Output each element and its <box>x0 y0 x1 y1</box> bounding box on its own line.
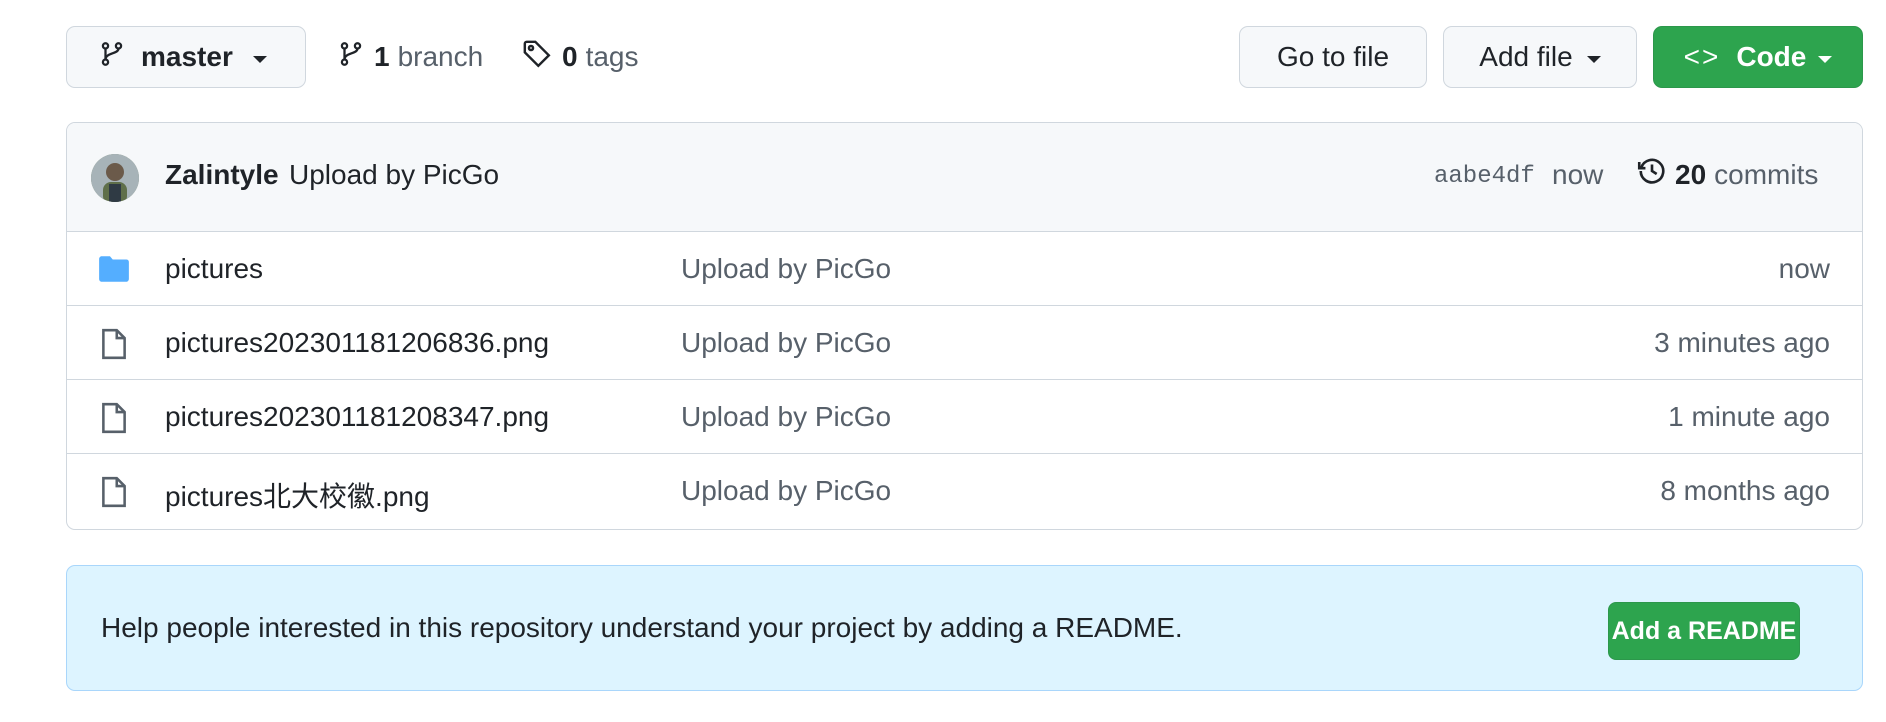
folder-icon <box>97 252 131 291</box>
file-commit-message[interactable]: Upload by PicGo <box>681 401 891 433</box>
git-branch-icon <box>338 39 364 76</box>
chevron-down-icon <box>1818 55 1833 63</box>
commit-author[interactable]: Zalintyle <box>165 159 279 191</box>
file-browser: Zalintyle Upload by PicGo aabe4df now 20… <box>66 122 1863 530</box>
code-label: Code <box>1736 41 1807 72</box>
file-age: now <box>1778 253 1830 284</box>
readme-prompt-banner: Help people interested in this repositor… <box>66 565 1863 691</box>
file-row[interactable]: pictures202301181208347.png Upload by Pi… <box>67 380 1862 454</box>
commit-history-link[interactable]: 20 commits <box>1637 156 1818 193</box>
latest-commit-bar: Zalintyle Upload by PicGo aabe4df now 20… <box>67 123 1862 232</box>
branch-select-button[interactable]: master <box>66 26 306 88</box>
file-row[interactable]: pictures北大校徽.png Upload by PicGo 8 month… <box>67 454 1862 528</box>
avatar[interactable] <box>91 154 139 202</box>
code-icon: <> <box>1683 41 1721 72</box>
chevron-down-icon <box>252 55 267 63</box>
file-age: 8 months ago <box>1660 475 1830 506</box>
file-age: 1 minute ago <box>1668 401 1830 432</box>
file-row[interactable]: pictures Upload by PicGo now <box>67 232 1862 306</box>
file-age: 3 minutes ago <box>1654 327 1830 358</box>
repo-toolbar: master 1 branch 0 tags Go to file Add fi… <box>66 26 1863 90</box>
git-branch-icon <box>99 39 125 76</box>
chevron-down-icon <box>1586 55 1601 63</box>
branch-count: 1 <box>374 41 390 72</box>
add-readme-label: Add a README <box>1611 616 1797 645</box>
code-button[interactable]: <> Code <box>1653 26 1863 88</box>
file-icon <box>97 474 131 515</box>
add-file-button[interactable]: Add file <box>1443 26 1637 88</box>
commit-word: commits <box>1714 158 1819 190</box>
branch-word: branch <box>397 41 484 72</box>
file-name[interactable]: pictures202301181208347.png <box>165 401 549 433</box>
readme-prompt-text: Help people interested in this repositor… <box>101 612 1183 643</box>
commit-time: now <box>1552 159 1604 190</box>
go-to-file-label: Go to file <box>1276 41 1390 72</box>
tags-link[interactable]: 0 tags <box>522 26 639 88</box>
add-readme-button[interactable]: Add a README <box>1608 602 1800 660</box>
tag-count: 0 <box>562 41 578 72</box>
add-file-label: Add file <box>1479 41 1573 72</box>
history-icon <box>1637 156 1667 193</box>
branch-name: master <box>141 41 233 72</box>
file-name[interactable]: pictures202301181206836.png <box>165 327 549 359</box>
file-name[interactable]: pictures <box>165 253 263 285</box>
file-name[interactable]: pictures北大校徽.png <box>165 475 430 515</box>
file-icon <box>97 400 131 441</box>
file-commit-message[interactable]: Upload by PicGo <box>681 327 891 359</box>
tag-icon <box>522 39 552 76</box>
file-commit-message[interactable]: Upload by PicGo <box>681 475 891 507</box>
tag-word: tags <box>585 41 639 72</box>
commit-message[interactable]: Upload by PicGo <box>289 159 499 191</box>
file-row[interactable]: pictures202301181206836.png Upload by Pi… <box>67 306 1862 380</box>
commit-count: 20 <box>1675 158 1707 190</box>
commit-sha[interactable]: aabe4df <box>1434 163 1535 190</box>
branches-link[interactable]: 1 branch <box>338 26 483 88</box>
file-commit-message[interactable]: Upload by PicGo <box>681 253 891 285</box>
file-icon <box>97 326 131 367</box>
go-to-file-button[interactable]: Go to file <box>1239 26 1427 88</box>
